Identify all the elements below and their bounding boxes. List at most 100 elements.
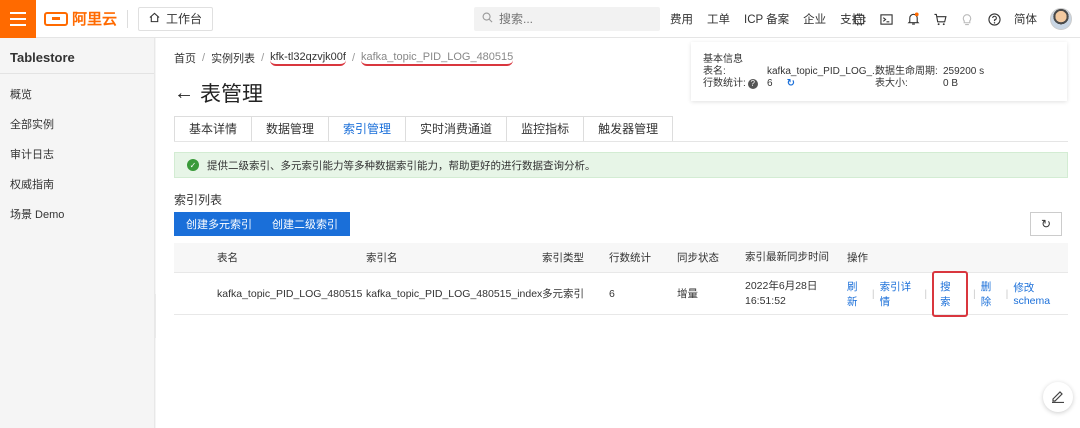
edit-icon xyxy=(1051,389,1065,406)
tab-realtime-tunnel[interactable]: 实时消费通道 xyxy=(405,116,508,142)
info-notice: ✓ 提供二级索引、多元索引能力等多种数据索引能力，帮助更好的进行数据查询分析。 xyxy=(174,152,1068,178)
sidebar-item-overview[interactable]: 概览 xyxy=(0,80,154,110)
cell-index-name: kafka_topic_PID_LOG_480515_index xyxy=(366,287,543,300)
refresh-icon: ↻ xyxy=(1040,217,1052,231)
search-icon xyxy=(482,12,493,26)
nav-icp[interactable]: ICP 备案 xyxy=(744,11,789,27)
workbench-button[interactable]: 工作台 xyxy=(138,6,214,31)
index-list-title: 索引列表 xyxy=(174,193,223,207)
top-nav: 费用 工单 ICP 备案 企业 支持 xyxy=(670,0,863,38)
cell-index-type: 多元索引 xyxy=(542,288,584,300)
page-title: ← 表管理 xyxy=(174,78,263,108)
cell-sync-status: 增量 xyxy=(677,288,698,300)
row-count-label: 行数统计: xyxy=(703,78,746,89)
breadcrumb-instances[interactable]: 实例列表 xyxy=(211,50,255,66)
nav-ticket[interactable]: 工单 xyxy=(707,11,730,27)
info-heading: 基本信息 xyxy=(703,54,743,65)
user-avatar[interactable] xyxy=(1050,8,1072,30)
delete-link[interactable]: 删除 xyxy=(981,279,1001,309)
tab-monitoring[interactable]: 监控指标 xyxy=(506,116,585,142)
home-icon xyxy=(149,12,160,26)
breadcrumb-instance[interactable]: kfk-tl32qzvjk00f xyxy=(270,51,346,66)
action-separator: | xyxy=(924,287,928,300)
col-sync-time: 索引最新同步时间 xyxy=(745,251,829,263)
sidebar-item-demo[interactable]: 场景 Demo xyxy=(0,200,154,230)
workbench-label: 工作台 xyxy=(166,12,203,26)
tab-basic-details[interactable]: 基本详情 xyxy=(174,116,253,142)
bell-icon[interactable] xyxy=(906,12,920,26)
cell-actions: 刷新 | 索引详情 | 搜索 | 删除 | 修改schema xyxy=(847,270,1068,317)
help-icon[interactable]: ? xyxy=(747,79,758,89)
refresh-link[interactable]: 刷新 xyxy=(847,279,867,309)
sync-time: 16:51:52 xyxy=(745,294,786,307)
table-row: kafka_topic_PID_LOG_480515 kafka_topic_P… xyxy=(174,270,1068,317)
back-arrow-icon[interactable]: ← xyxy=(174,82,194,105)
cell-sync-time: 2022年6月28日 16:51:52 xyxy=(745,279,847,309)
check-circle-icon: ✓ xyxy=(187,159,199,171)
terminal-icon[interactable] xyxy=(879,12,893,26)
tab-triggers[interactable]: 触发器管理 xyxy=(583,116,674,142)
breadcrumb-separator: / xyxy=(202,52,206,64)
top-icons: 简体 xyxy=(852,0,1072,38)
tab-divider xyxy=(174,141,1068,142)
breadcrumb: 首页 / 实例列表 / kfk-tl32qzvjk00f / kafka_top… xyxy=(174,50,514,66)
language-switch[interactable]: 简体 xyxy=(1014,11,1037,27)
table-size-value: 0 B xyxy=(943,78,959,89)
cell-row-count: 6 xyxy=(609,287,615,300)
search-input[interactable] xyxy=(499,12,639,26)
sidebar: Tablestore 概览 全部实例 审计日志 权威指南 场景 Demo xyxy=(0,38,155,428)
action-separator: | xyxy=(1005,287,1009,300)
col-index-name: 索引名 xyxy=(366,252,398,264)
global-search[interactable] xyxy=(474,7,660,31)
col-actions: 操作 xyxy=(847,252,868,264)
help-icon[interactable] xyxy=(987,12,1001,26)
modify-schema-link[interactable]: 修改schema xyxy=(1013,280,1068,307)
row-count-wrap: 6 ↻ xyxy=(767,78,875,90)
nav-billing[interactable]: 费用 xyxy=(670,11,693,27)
ttl-label: 数据生命周期: xyxy=(875,66,938,77)
ttl-value: 259200 s xyxy=(943,66,985,77)
sidebar-item-guide[interactable]: 权威指南 xyxy=(0,170,154,200)
nav-enterprise[interactable]: 企业 xyxy=(803,11,826,27)
lightbulb-icon[interactable] xyxy=(960,12,974,26)
main-content: 首页 / 实例列表 / kfk-tl32qzvjk00f / kafka_top… xyxy=(156,38,1080,428)
notice-text: 提供二级索引、多元索引能力等多种数据索引能力，帮助更好的进行数据查询分析。 xyxy=(207,159,596,172)
divider xyxy=(127,9,129,28)
app-icon[interactable] xyxy=(852,12,866,26)
breadcrumb-table: kafka_topic_PID_LOG_480515 xyxy=(361,51,514,66)
action-separator: | xyxy=(972,287,976,300)
cart-icon[interactable] xyxy=(933,12,947,26)
refresh-icon[interactable]: ↻ xyxy=(787,78,795,89)
aliyun-logo[interactable]: 阿里云 xyxy=(44,8,117,29)
hamburger-menu-button[interactable] xyxy=(0,0,36,38)
table-header: 表名 索引名 索引类型 行数统计 同步状态 索引最新同步时间 操作 xyxy=(174,243,1068,273)
refresh-button[interactable]: ↻ xyxy=(1030,212,1062,236)
sidebar-item-audit-log[interactable]: 审计日志 xyxy=(0,140,154,170)
sidebar-title: Tablestore xyxy=(0,38,154,74)
basic-info-card: 基本信息 表名: kafka_topic_PID_LOG_... 数据生命周期:… xyxy=(691,42,1067,101)
top-bar: 阿里云 工作台 费用 工单 ICP 备案 企业 支持 xyxy=(0,0,1080,38)
breadcrumb-home[interactable]: 首页 xyxy=(174,50,196,66)
tab-bar: 基本详情 数据管理 索引管理 实时消费通道 监控指标 触发器管理 xyxy=(174,116,674,142)
create-secondary-index-button[interactable]: 创建二级索引 xyxy=(260,212,350,236)
col-index-type: 索引类型 xyxy=(542,252,584,264)
index-table: 表名 索引名 索引类型 行数统计 同步状态 索引最新同步时间 操作 kafka_… xyxy=(174,243,1068,317)
sync-date: 2022年6月28日 xyxy=(745,279,818,292)
create-search-index-button[interactable]: 创建多元索引 xyxy=(174,212,264,236)
table-size-label: 表大小: xyxy=(875,78,908,89)
page-title-text: 表管理 xyxy=(200,83,263,106)
row-count-label-wrap: 行数统计:? xyxy=(703,78,767,90)
row-count-value: 6 xyxy=(767,78,773,89)
col-sync-status: 同步状态 xyxy=(677,252,719,264)
search-link[interactable]: 搜索 xyxy=(932,270,968,317)
col-table-name: 表名 xyxy=(217,252,238,264)
sidebar-item-all-instances[interactable]: 全部实例 xyxy=(0,110,154,140)
logo-icon xyxy=(44,11,68,26)
tab-index-management[interactable]: 索引管理 xyxy=(328,116,407,142)
tab-data-management[interactable]: 数据管理 xyxy=(251,116,330,142)
breadcrumb-separator: / xyxy=(261,52,265,64)
index-details-link[interactable]: 索引详情 xyxy=(880,279,920,309)
table-name-value: kafka_topic_PID_LOG_... xyxy=(767,66,881,77)
col-row-count: 行数统计 xyxy=(609,252,651,264)
feedback-edit-button[interactable] xyxy=(1043,382,1073,412)
